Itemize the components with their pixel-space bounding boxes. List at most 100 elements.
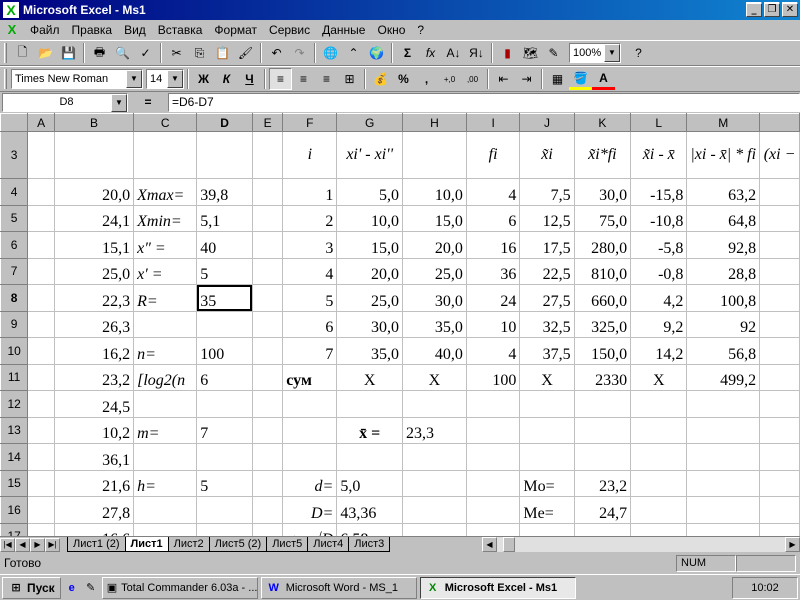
row-header[interactable]: 14: [0, 443, 29, 471]
cell-m4[interactable]: 63,2: [686, 178, 761, 206]
cell-f14[interactable]: [282, 443, 338, 471]
print-icon[interactable]: 🖶: [88, 42, 111, 64]
cell-h15[interactable]: [402, 469, 467, 497]
cell-k4[interactable]: 30,0: [573, 178, 632, 206]
cell-m10[interactable]: 56,8: [686, 337, 761, 365]
increase-decimal-button[interactable]: +,0: [438, 68, 461, 90]
cell-a11[interactable]: [27, 363, 55, 391]
cell-l7[interactable]: -0,8: [630, 257, 688, 285]
cell-m11[interactable]: 499,2: [686, 363, 761, 391]
align-left-icon[interactable]: ≡: [269, 68, 292, 90]
sheet-tab[interactable]: Лист1 (2): [67, 537, 126, 552]
cell-a15[interactable]: [27, 469, 55, 497]
cell-j4[interactable]: 7,5: [519, 178, 575, 206]
cell-12[interactable]: [759, 390, 800, 418]
cell-e5[interactable]: [251, 204, 284, 232]
cell-f16[interactable]: D=: [282, 496, 338, 524]
cell-c3[interactable]: [133, 131, 198, 179]
cell-j6[interactable]: 17,5: [519, 231, 575, 259]
start-button[interactable]: ⊞ Пуск: [2, 576, 61, 599]
column-header[interactable]: F: [282, 113, 338, 132]
cell-g7[interactable]: 20,0: [336, 257, 403, 285]
workbook-icon[interactable]: X: [4, 22, 20, 38]
cell-j10[interactable]: 37,5: [519, 337, 575, 365]
cell-l13[interactable]: [630, 416, 688, 444]
cell-b12[interactable]: 24,5: [53, 390, 135, 418]
row-header[interactable]: 9: [0, 310, 29, 338]
cell-j9[interactable]: 32,5: [519, 310, 575, 338]
cell-c4[interactable]: Xmax=: [133, 178, 198, 206]
cell-d13[interactable]: 7: [196, 416, 253, 444]
cell-i17[interactable]: [465, 522, 521, 536]
menu-file[interactable]: Файл: [24, 23, 66, 37]
cell-i13[interactable]: [465, 416, 521, 444]
cell-c14[interactable]: [133, 443, 198, 471]
cell-b5[interactable]: 24,1: [53, 204, 135, 232]
cell-m14[interactable]: [686, 443, 761, 471]
align-center-icon[interactable]: ≡: [292, 68, 315, 90]
increase-indent-icon[interactable]: ⇥: [515, 68, 538, 90]
menu-window[interactable]: Окно: [371, 23, 411, 37]
cell-d6[interactable]: 40: [196, 231, 253, 259]
cell-g6[interactable]: 15,0: [336, 231, 403, 259]
cell-f8[interactable]: 5: [282, 284, 338, 312]
office-assistant-icon[interactable]: ?: [627, 42, 650, 64]
column-header[interactable]: C: [133, 113, 198, 132]
cell-15[interactable]: [759, 469, 800, 497]
cell-a14[interactable]: [27, 443, 55, 471]
cell-b3[interactable]: [53, 131, 135, 179]
cell-g10[interactable]: 35,0: [336, 337, 403, 365]
cell-m9[interactable]: 92: [686, 310, 761, 338]
workbook-restore-button[interactable]: ❐: [764, 3, 780, 17]
new-icon[interactable]: 🗋: [11, 42, 34, 64]
cell-h10[interactable]: 40,0: [402, 337, 467, 365]
web-toolbar-icon[interactable]: ⌃: [342, 42, 365, 64]
cell-h3[interactable]: [402, 131, 467, 179]
cell-k16[interactable]: 24,7: [573, 496, 632, 524]
cell-d7[interactable]: 5: [196, 257, 253, 285]
cell-j5[interactable]: 12,5: [519, 204, 575, 232]
scroll-right-icon[interactable]: ▶: [785, 537, 800, 552]
cell-h17[interactable]: [402, 522, 467, 536]
cell-f13[interactable]: [282, 416, 338, 444]
task-excel[interactable]: X Microsoft Excel - Ms1: [419, 576, 576, 599]
cell-m8[interactable]: 100,8: [686, 284, 761, 312]
save-icon[interactable]: 💾: [57, 42, 80, 64]
cell-g13[interactable]: x̄ =: [336, 416, 403, 444]
column-header[interactable]: H: [402, 113, 467, 132]
cell-i5[interactable]: 6: [465, 204, 521, 232]
cell-j13[interactable]: [519, 416, 575, 444]
cell-g3[interactable]: xi' - xi'': [336, 131, 403, 179]
cell-e8[interactable]: [251, 284, 284, 312]
cell-j12[interactable]: [519, 390, 575, 418]
cell-c6[interactable]: x″ =: [133, 231, 198, 259]
cell-d17[interactable]: [196, 522, 253, 536]
zoom-combo[interactable]: 100% ▼: [569, 43, 621, 63]
prev-sheet-icon[interactable]: ◀: [15, 537, 30, 552]
cell-d5[interactable]: 5,1: [196, 204, 253, 232]
chart-wizard-icon[interactable]: ▮: [496, 42, 519, 64]
cell-f10[interactable]: 7: [282, 337, 338, 365]
cell-e4[interactable]: [251, 178, 284, 206]
cell-e13[interactable]: [251, 416, 284, 444]
cell-f4[interactable]: 1: [282, 178, 338, 206]
cell-j14[interactable]: [519, 443, 575, 471]
cell-k15[interactable]: 23,2: [573, 469, 632, 497]
cell-h14[interactable]: [402, 443, 467, 471]
sort-descending-icon[interactable]: Я↓: [465, 42, 488, 64]
cell-i9[interactable]: 10: [465, 310, 521, 338]
cell-b14[interactable]: 36,1: [53, 443, 135, 471]
column-header[interactable]: G: [336, 113, 403, 132]
cell-c16[interactable]: [133, 496, 198, 524]
cell-l11[interactable]: X: [630, 363, 688, 391]
cell-e3[interactable]: [251, 131, 284, 179]
menu-data[interactable]: Данные: [316, 23, 371, 37]
cell-e9[interactable]: [251, 310, 284, 338]
cell-d16[interactable]: [196, 496, 253, 524]
cell-c15[interactable]: h=: [133, 469, 198, 497]
cell-a7[interactable]: [27, 257, 55, 285]
row-header[interactable]: 8: [0, 284, 29, 312]
internet-explorer-icon[interactable]: e: [64, 580, 80, 596]
menu-view[interactable]: Вид: [118, 23, 152, 37]
borders-icon[interactable]: ▦: [546, 68, 569, 90]
